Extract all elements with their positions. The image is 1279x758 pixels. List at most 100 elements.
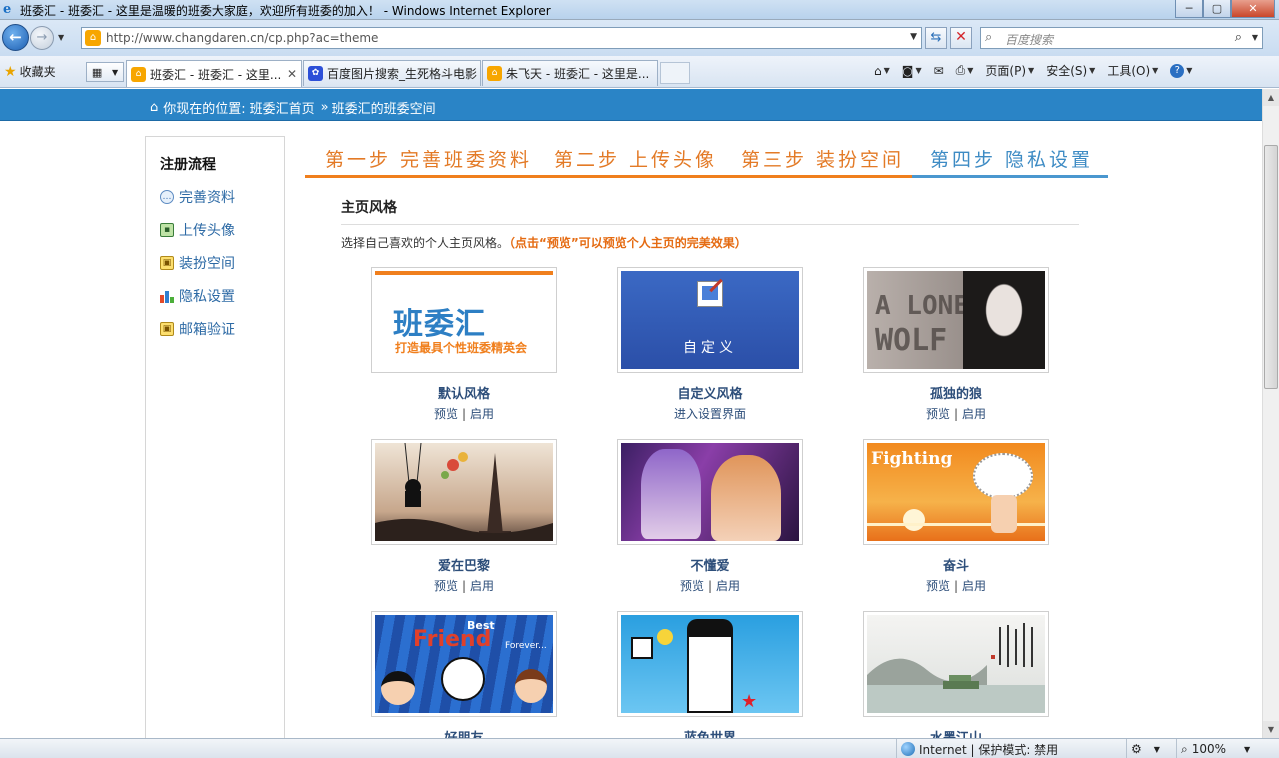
breadcrumb-home-link[interactable]: 班委汇首页	[250, 98, 315, 117]
theme-name: 好朋友	[371, 727, 557, 738]
apply-link[interactable]: 启用	[470, 407, 494, 421]
preview-link[interactable]: 预览	[434, 407, 458, 421]
theme-thumbnail[interactable]	[371, 439, 557, 545]
history-dropdown-icon[interactable]: ▼	[58, 33, 64, 42]
maximize-button[interactable]: ▢	[1203, 0, 1231, 18]
scroll-down-icon[interactable]: ▼	[1263, 721, 1279, 738]
search-dropdown-icon[interactable]: ▼	[1252, 33, 1258, 42]
location-bar: ⌂ 你现在的位置: 班委汇首页 » 班委汇的班委空间	[0, 89, 1262, 121]
minimize-button[interactable]: ─	[1175, 0, 1203, 18]
horizon-line	[867, 523, 1045, 526]
sidebar-item-email[interactable]: ▣ 邮箱验证	[160, 319, 235, 339]
tab-label: 班委汇 - 班委汇 - 这里...	[150, 67, 282, 82]
section-divider	[341, 224, 1079, 225]
preview-link[interactable]: 预览	[926, 579, 950, 593]
rss-icon: ◙	[901, 63, 914, 78]
feeds-button[interactable]: ◙ ▼	[898, 64, 926, 78]
theme-card-custom: 自定义 自定义风格 进入设置界面	[617, 267, 803, 422]
new-tab-button[interactable]	[660, 62, 690, 84]
tab-baidu-images[interactable]: ✿ 百度图片搜索_生死格斗电影	[303, 60, 481, 86]
help-button[interactable]: ? ▼	[1166, 63, 1196, 78]
apply-link[interactable]: 启用	[716, 579, 740, 593]
theme-thumbnail[interactable]	[617, 439, 803, 545]
url-dropdown-icon[interactable]: ▼	[910, 32, 917, 42]
back-button[interactable]: ←	[2, 24, 29, 51]
breadcrumb-current-link[interactable]: 班委汇的班委空间	[332, 98, 436, 117]
theme-thumbnail[interactable]: Best Friend Forever...	[371, 611, 557, 717]
home-icon: ⌂	[874, 63, 882, 78]
settings-link[interactable]: 进入设置界面	[674, 407, 746, 421]
home-button[interactable]: ⌂ ▼	[870, 64, 894, 78]
character-body	[991, 495, 1017, 533]
theme-thumbnail[interactable]: A LONE WOLF	[863, 267, 1049, 373]
url-field[interactable]: ⌂ http://www.changdaren.cn/cp.php?ac=the…	[81, 27, 922, 49]
step-3-tab[interactable]: 第三步 装扮空间	[741, 145, 904, 172]
mail-button[interactable]: ✉	[930, 64, 948, 78]
page-menu[interactable]: 页面(P) ▼	[981, 62, 1038, 79]
preview-link[interactable]: 预览	[434, 579, 458, 593]
magnifier-icon: ⌕	[1181, 741, 1188, 756]
sidebar-item-avatar[interactable]: ▪ 上传头像	[160, 220, 235, 240]
preview-link[interactable]: 预览	[680, 579, 704, 593]
sidebar-item-privacy[interactable]: 隐私设置	[160, 286, 235, 306]
star-icon: ★	[741, 691, 758, 712]
close-tab-icon[interactable]: ✕	[283, 67, 297, 81]
favorites-button[interactable]: ★ 收藏夹	[4, 63, 56, 80]
step-2-tab[interactable]: 第二步 上传头像	[554, 145, 717, 172]
stop-button[interactable]: ✕	[950, 27, 972, 49]
sidebar-item-profile[interactable]: … 完善资料	[160, 187, 235, 207]
search-provider-icon: ⌕	[985, 30, 993, 45]
theme-thumbnail[interactable]: 班委汇 打造最具个性班委精英会	[371, 267, 557, 373]
search-icon[interactable]: ⌕	[1235, 30, 1242, 45]
tab-zhufeitian[interactable]: ⌂ 朱飞天 - 班委汇 - 这里是...	[482, 60, 658, 86]
theme-name: 自定义风格	[677, 387, 743, 402]
theme-thumbnail[interactable]: Fighting	[863, 439, 1049, 545]
picture-icon: ▪	[160, 223, 174, 237]
link-separator: |	[953, 407, 959, 421]
vertical-scrollbar[interactable]: ▲ ▼	[1262, 89, 1279, 738]
theme-name: 水墨江山	[863, 727, 1049, 738]
search-input[interactable]: ⌕ 百度搜索 ⌕ ▼	[980, 27, 1263, 49]
apply-link[interactable]: 启用	[962, 407, 986, 421]
zoom-control[interactable]: ⌕ 100% ▼	[1176, 739, 1279, 758]
zone-text: Internet | 保护模式: 禁用	[919, 742, 1059, 757]
step-1-tab[interactable]: 第一步 完善班委资料	[325, 145, 532, 172]
theme-thumbnail[interactable]: 自定义	[617, 267, 803, 373]
smiley-face-icon	[441, 657, 485, 701]
link-separator: |	[707, 579, 713, 593]
address-bar: ← → ▼ ⌂ http://www.changdaren.cn/cp.php?…	[0, 20, 1279, 56]
apply-link[interactable]: 启用	[962, 579, 986, 593]
refresh-button[interactable]: ⇆	[925, 27, 947, 49]
quick-tabs-button[interactable]: ▦ ▼	[86, 62, 124, 82]
title-bar: e 班委汇 - 班委汇 - 这里是温暖的班委大家庭，欢迎所有班委的加入！ - W…	[0, 0, 1279, 20]
forward-button[interactable]: →	[30, 26, 54, 50]
safety-menu[interactable]: 安全(S) ▼	[1042, 62, 1099, 79]
status-bar: Internet | 保护模式: 禁用 ⚙ ▼ ⌕ 100% ▼	[0, 738, 1279, 758]
link-separator: |	[461, 407, 467, 421]
preview-link[interactable]: 预览	[926, 407, 950, 421]
tab-banweihui[interactable]: ⌂ 班委汇 - 班委汇 - 这里... ✕	[126, 60, 302, 87]
protected-mode-button[interactable]: ⚙ ▼	[1126, 739, 1176, 758]
favorites-label: 收藏夹	[19, 65, 56, 79]
security-zone[interactable]: Internet | 保护模式: 禁用	[896, 739, 1126, 758]
sidebar-item-decorate[interactable]: ▣ 装扮空间	[160, 253, 235, 273]
speech-bubble-icon: …	[160, 190, 174, 204]
theme-card-ink-landscape: 水墨江山 预览|启用	[863, 611, 1049, 738]
print-button[interactable]: ⎙ ▼	[952, 63, 978, 78]
theme-thumbnail[interactable]	[863, 611, 1049, 717]
help-icon: ?	[1170, 63, 1185, 78]
scrollbar-thumb[interactable]	[1264, 145, 1278, 389]
search-placeholder: 百度搜索	[1005, 33, 1054, 47]
theme-thumbnail[interactable]: ★	[617, 611, 803, 717]
zoom-level: 100%	[1191, 742, 1227, 756]
site-favicon-icon: ⌂	[85, 30, 101, 46]
url-text[interactable]: http://www.changdaren.cn/cp.php?ac=theme	[106, 31, 378, 45]
close-button[interactable]: ✕	[1231, 0, 1275, 18]
step-4-tab[interactable]: 第四步 隐私设置	[930, 145, 1093, 172]
scroll-up-icon[interactable]: ▲	[1263, 89, 1279, 106]
photo-frame-icon	[631, 637, 653, 659]
tools-menu[interactable]: 工具(O) ▼	[1103, 62, 1162, 79]
sidebar-item-label: 完善资料	[179, 190, 235, 206]
apply-link[interactable]: 启用	[470, 579, 494, 593]
smiley-icon	[657, 629, 673, 645]
